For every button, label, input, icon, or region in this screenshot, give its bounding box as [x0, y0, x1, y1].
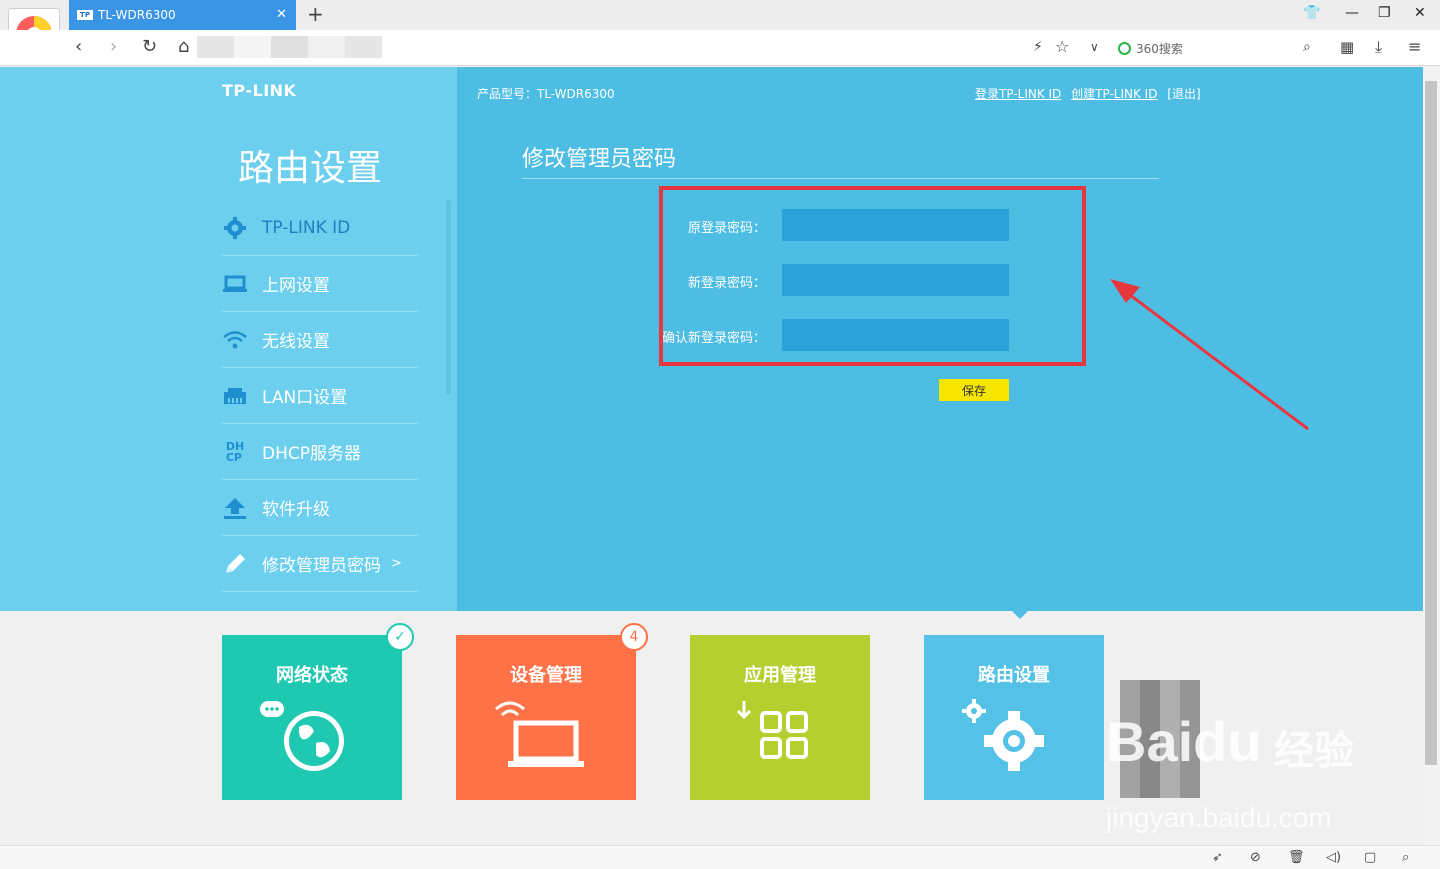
watermark-cn: 经验	[1274, 729, 1354, 773]
lan-port-icon	[222, 383, 248, 409]
sidebar-item-lan[interactable]: LAN口设置	[222, 368, 418, 424]
lightning-icon[interactable]: ⚡	[1033, 36, 1043, 58]
sidebar-item-dhcp[interactable]: DH CP DHCP服务器	[222, 424, 418, 480]
sidebar-item-label: DHCP服务器	[262, 444, 361, 464]
refresh-icon[interactable]: ↻	[142, 36, 157, 58]
form-title: 修改管理员密码	[522, 147, 677, 172]
status-bar: ➶ ⊘ 🗑 ◁) ▢ ⌕	[0, 845, 1440, 869]
sidebar-item-label: LAN口设置	[262, 388, 348, 408]
tile-device-management[interactable]: 设备管理	[456, 635, 636, 800]
logout-link[interactable]: [退出]	[1167, 87, 1200, 101]
tile-network-status[interactable]: 网络状态	[222, 635, 402, 800]
menu-icon[interactable]: ≡	[1408, 36, 1421, 58]
accelerate-icon[interactable]: ⊘	[1250, 850, 1261, 865]
pencil-icon	[222, 551, 248, 577]
sidebar-title: 路由设置	[238, 148, 383, 189]
sidebar-menu: TP-LINK ID 上网设置 无线设置 LAN口设置 DH CP DHCP服务…	[222, 200, 418, 592]
tab-close-icon[interactable]: ✕	[276, 7, 287, 22]
tile-label: 应用管理	[744, 665, 816, 686]
sidebar-item-wireless[interactable]: 无线设置	[222, 312, 418, 368]
dhcp-icon: DH CP	[225, 439, 245, 464]
brand-logo: TP-LINK	[222, 81, 297, 100]
sidebar-item-admin-password[interactable]: 修改管理员密码 >	[222, 536, 418, 592]
apps-icon[interactable]: ▦	[1340, 36, 1354, 58]
sidebar-item-label: 上网设置	[262, 276, 330, 296]
annotation-highlight-box	[659, 186, 1086, 366]
chevron-down-icon[interactable]: ∨	[1090, 36, 1099, 58]
minimize-button[interactable]: —	[1345, 5, 1359, 21]
watermark-brand-2: du	[1193, 710, 1262, 773]
sidebar: TP-LINK 路由设置 TP-LINK ID 上网设置 无线设置 LAN口设置…	[0, 67, 457, 611]
gears-icon	[962, 699, 1044, 771]
login-tplink-id-link[interactable]: 登录TP-LINK ID	[975, 87, 1061, 101]
apps-grid-icon	[736, 701, 808, 759]
back-icon[interactable]: ‹	[75, 36, 82, 58]
tile-router-settings[interactable]: 路由设置	[924, 635, 1104, 800]
zoom-icon[interactable]: ⌕	[1402, 850, 1409, 865]
url-field[interactable]	[197, 36, 382, 58]
annotation-arrow-icon	[1110, 279, 1309, 431]
window-icon[interactable]: ▢	[1364, 850, 1376, 865]
tile-label: 网络状态	[276, 665, 348, 686]
sound-icon[interactable]: ◁)	[1326, 850, 1341, 865]
chevron-right-icon: >	[391, 556, 402, 571]
laptop-wifi-icon	[495, 701, 584, 767]
search-placeholder: 360搜索	[1136, 41, 1183, 56]
trash-icon[interactable]: 🗑	[1288, 850, 1305, 865]
account-links: 登录TP-LINK ID 创建TP-LINK ID [退出]	[975, 85, 1207, 102]
status-ok-badge: ✓	[386, 623, 414, 651]
save-button[interactable]: 保存	[939, 379, 1009, 401]
tab-title: TL-WDR6300	[98, 8, 176, 22]
sidebar-item-label: 修改管理员密码	[262, 556, 381, 576]
sidebar-item-label: 无线设置	[262, 332, 330, 352]
sidebar-scrollbar[interactable]	[446, 200, 451, 395]
home-icon[interactable]: ⌂	[178, 36, 189, 58]
forward-icon[interactable]: ›	[110, 36, 117, 58]
tab-pointer	[1012, 611, 1028, 619]
sidebar-item-tplink-id[interactable]: TP-LINK ID	[222, 200, 418, 256]
wifi-icon	[222, 327, 248, 353]
baidu-watermark: Baidu 经验 jingyan.baidu.com	[1106, 712, 1366, 842]
tab-router[interactable]: TP TL-WDR6300 ✕	[69, 0, 296, 30]
search-engine-icon	[1118, 41, 1131, 55]
page-scrollbar[interactable]	[1423, 67, 1440, 845]
bookmark-star-icon[interactable]: ☆	[1055, 36, 1069, 58]
upload-icon	[222, 495, 248, 521]
watermark-url: jingyan.baidu.com	[1106, 802, 1332, 833]
form-divider	[522, 178, 1159, 179]
download-icon[interactable]: ⤓	[1375, 36, 1382, 58]
skin-icon[interactable]: 👕	[1303, 5, 1320, 21]
tplink-favicon-icon: TP	[77, 10, 93, 20]
model-label: 产品型号：TL-WDR6300	[477, 87, 615, 101]
sidebar-item-label: TP-LINK ID	[262, 217, 351, 238]
globe-chat-icon	[260, 701, 344, 771]
device-count-badge: 4	[620, 623, 648, 651]
search-input[interactable]: 360搜索	[1118, 38, 1328, 58]
restore-button[interactable]: ❐	[1378, 5, 1391, 21]
tile-label: 设备管理	[510, 665, 582, 686]
tile-app-management[interactable]: 应用管理	[690, 635, 870, 800]
laptop-icon	[222, 271, 248, 297]
sidebar-item-internet[interactable]: 上网设置	[222, 256, 418, 312]
rocket-icon[interactable]: ➶	[1212, 850, 1223, 865]
search-icon[interactable]: ⌕	[1303, 36, 1311, 58]
sidebar-item-upgrade[interactable]: 软件升级	[222, 480, 418, 536]
address-bar: ‹ › ↻ ⌂ ⚡ ☆ ∨ 360搜索 ⌕ ▦ ⤓ ≡	[0, 30, 1440, 66]
watermark-brand: Bai	[1106, 710, 1194, 773]
tile-label: 路由设置	[978, 665, 1050, 686]
close-window-button[interactable]: ✕	[1414, 5, 1426, 21]
create-tplink-id-link[interactable]: 创建TP-LINK ID	[1071, 87, 1157, 101]
sidebar-item-label: 软件升级	[262, 500, 330, 520]
gear-icon	[222, 215, 248, 241]
new-tab-button[interactable]: +	[307, 4, 324, 24]
scrollbar-thumb[interactable]	[1425, 81, 1437, 765]
